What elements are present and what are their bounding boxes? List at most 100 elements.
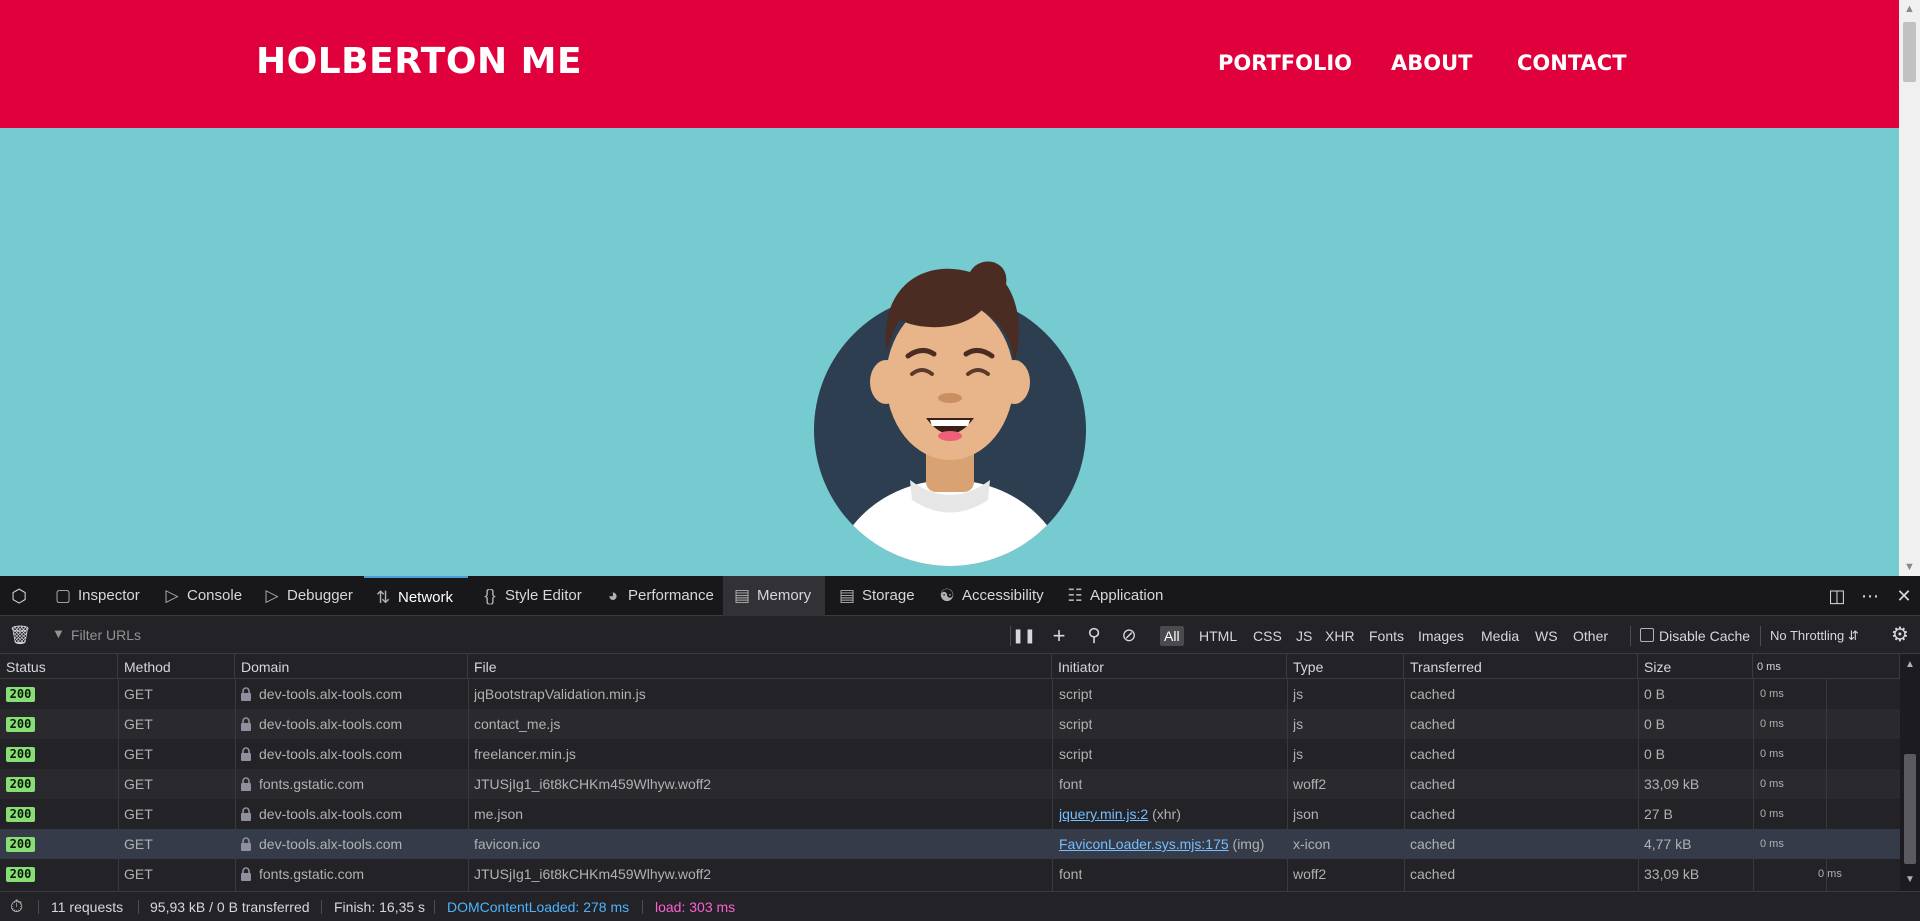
toolbar-separator — [1630, 626, 1631, 646]
site-brand[interactable]: HOLBERTON ME — [256, 41, 582, 82]
tab-inspector[interactable]: ▢ Inspector — [44, 576, 140, 616]
pause-icon[interactable]: ❚❚ — [1009, 617, 1039, 654]
size-cell: 33,09 kB — [1644, 776, 1700, 792]
table-row[interactable]: 200 GET dev-tools.alx-tools.com freelancer.… — [0, 739, 1900, 769]
table-row[interactable]: 200 GET dev-tools.alx-tools.com contact_me.… — [0, 709, 1900, 739]
initiator-link[interactable]: jquery.min.js:2 — [1059, 806, 1148, 822]
waterfall-cell: 0 ms — [1760, 778, 1784, 790]
tab-debugger[interactable]: ▷ Debugger — [253, 576, 352, 616]
column-header-domain[interactable]: Domain — [235, 654, 468, 679]
page-scrollbar[interactable]: ▲ ▼ — [1899, 0, 1920, 576]
performance-analysis-icon[interactable]: ⏱ — [10, 892, 23, 921]
transferred-cell: cached — [1410, 776, 1456, 792]
tab-console[interactable]: ▷ Console — [153, 576, 242, 616]
close-icon[interactable]: ✕ — [1889, 576, 1919, 616]
tab-style-editor[interactable]: {} Style Editor — [471, 576, 582, 616]
domain-cell: dev-tools.alx-tools.com — [259, 716, 403, 732]
transferred-summary: 95,93 kB / 0 B transferred — [150, 899, 310, 915]
initiator-suffix: (img) — [1228, 836, 1265, 852]
block-icon[interactable]: ⊘ — [1114, 617, 1144, 654]
table-row[interactable]: 200 GET dev-tools.alx-tools.com me.json jque… — [0, 799, 1900, 829]
column-header-transferred[interactable]: Transferred — [1404, 654, 1638, 679]
initiator-cell[interactable]: jquery.min.js:2 (xhr) — [1059, 799, 1181, 829]
column-header-waterfall[interactable]: 0 ms — [1753, 654, 1900, 679]
filter-other[interactable]: Other — [1569, 626, 1612, 646]
filter-images[interactable]: Images — [1414, 626, 1468, 646]
file-cell: contact_me.js — [474, 716, 561, 732]
table-scrollbar[interactable]: ▲ ▼ — [1900, 654, 1920, 891]
column-header-initiator[interactable]: Initiator — [1052, 654, 1287, 679]
status-separator — [138, 900, 139, 914]
transferred-cell: cached — [1410, 866, 1456, 882]
filter-xhr[interactable]: XHR — [1321, 626, 1359, 646]
filter-css[interactable]: CSS — [1249, 626, 1286, 646]
tab-network-label: Network — [398, 589, 454, 606]
add-icon[interactable]: + — [1044, 617, 1074, 654]
filter-urls-input[interactable] — [52, 622, 952, 648]
file-cell: jqBootstrapValidation.min.js — [474, 686, 646, 702]
table-row[interactable]: 200 GET dev-tools.alx-tools.com jqBootstrap… — [0, 679, 1900, 709]
disable-cache-checkbox[interactable] — [1640, 628, 1654, 642]
tab-performance[interactable]: ◕ Performance — [594, 576, 714, 616]
scroll-up-arrow-icon[interactable]: ▲ — [1899, 0, 1920, 18]
tab-accessibility[interactable]: ☯ Accessibility — [928, 576, 1043, 616]
filter-html[interactable]: HTML — [1195, 626, 1241, 646]
status-separator — [321, 900, 322, 914]
tab-style-editor-label: Style Editor — [505, 587, 582, 604]
scroll-up-arrow-icon[interactable]: ▲ — [1900, 656, 1920, 674]
column-header-file[interactable]: File — [468, 654, 1052, 679]
file-cell: JTUSjIg1_i6t8kCHKm459Wlhyw.woff2 — [474, 866, 712, 882]
transferred-cell: cached — [1410, 836, 1456, 852]
table-row[interactable]: 200 GET dev-tools.alx-tools.com favicon.ico… — [0, 829, 1900, 859]
table-row[interactable]: 200 GET fonts.gstatic.com JTUSjIg1_i6t8kCHK… — [0, 859, 1900, 889]
file-cell: favicon.ico — [474, 836, 541, 852]
initiator-suffix: (xhr) — [1148, 806, 1181, 822]
domain-cell: dev-tools.alx-tools.com — [259, 746, 403, 762]
gear-icon[interactable]: ⚙ — [1885, 617, 1915, 654]
throttling-select[interactable]: No Throttling ⇵ — [1766, 626, 1863, 646]
tab-network[interactable]: ⇅ Network — [364, 576, 468, 616]
initiator-cell[interactable]: FaviconLoader.sys.mjs:175 (img) — [1059, 829, 1264, 859]
nav-link-contact[interactable]: CONTACT — [1517, 51, 1627, 75]
scroll-down-arrow-icon[interactable]: ▼ — [1900, 871, 1920, 889]
nav-link-portfolio[interactable]: PORTFOLIO — [1218, 51, 1352, 75]
tab-memory[interactable]: ▤ Memory — [723, 576, 825, 616]
more-options-icon[interactable]: ⋯ — [1855, 576, 1885, 616]
filter-all[interactable]: All — [1160, 626, 1184, 646]
initiator-link[interactable]: FaviconLoader.sys.mjs:175 — [1059, 836, 1229, 852]
type-cell: woff2 — [1293, 866, 1327, 882]
filter-fonts[interactable]: Fonts — [1365, 626, 1408, 646]
trash-icon[interactable]: 🗑 — [5, 617, 35, 654]
tab-storage[interactable]: ▤ Storage — [828, 576, 915, 616]
filter-media[interactable]: Media — [1477, 626, 1523, 646]
waterfall-cell: 0 ms — [1760, 748, 1784, 760]
nav-link-about[interactable]: ABOUT — [1391, 51, 1473, 75]
column-header-size[interactable]: Size — [1638, 654, 1753, 679]
search-icon[interactable]: ⚲ — [1079, 617, 1109, 654]
page-scrollbar-thumb[interactable] — [1903, 22, 1916, 82]
scroll-down-arrow-icon[interactable]: ▼ — [1899, 558, 1920, 576]
filter-js[interactable]: JS — [1292, 626, 1316, 646]
toolbar-separator — [1760, 626, 1761, 646]
type-cell: js — [1293, 686, 1304, 702]
type-cell: js — [1293, 716, 1304, 732]
column-header-status[interactable]: Status — [0, 654, 118, 679]
transferred-cell: cached — [1410, 746, 1456, 762]
responsive-design-icon[interactable]: ◫ — [1822, 576, 1852, 616]
tab-storage-label: Storage — [862, 587, 915, 604]
table-scrollbar-thumb[interactable] — [1904, 754, 1916, 864]
filter-ws[interactable]: WS — [1531, 626, 1562, 646]
table-row[interactable]: 200 GET fonts.gstatic.com JTUSjIg1_i6t8kCHK… — [0, 769, 1900, 799]
domain-cell: dev-tools.alx-tools.com — [259, 836, 403, 852]
column-header-method[interactable]: Method — [118, 654, 235, 679]
column-header-type[interactable]: Type — [1287, 654, 1404, 679]
element-picker-icon[interactable]: ⬡ — [4, 576, 34, 616]
request-count: 11 requests — [51, 899, 124, 915]
status-separator — [434, 900, 435, 914]
waterfall-cell: 0 ms — [1818, 868, 1842, 880]
tab-application[interactable]: ☷ Application — [1056, 576, 1163, 616]
tab-application-label: Application — [1090, 587, 1164, 604]
initiator-cell: script — [1059, 709, 1092, 739]
domain-cell: fonts.gstatic.com — [259, 776, 365, 792]
waterfall-cell: 0 ms — [1760, 718, 1784, 730]
